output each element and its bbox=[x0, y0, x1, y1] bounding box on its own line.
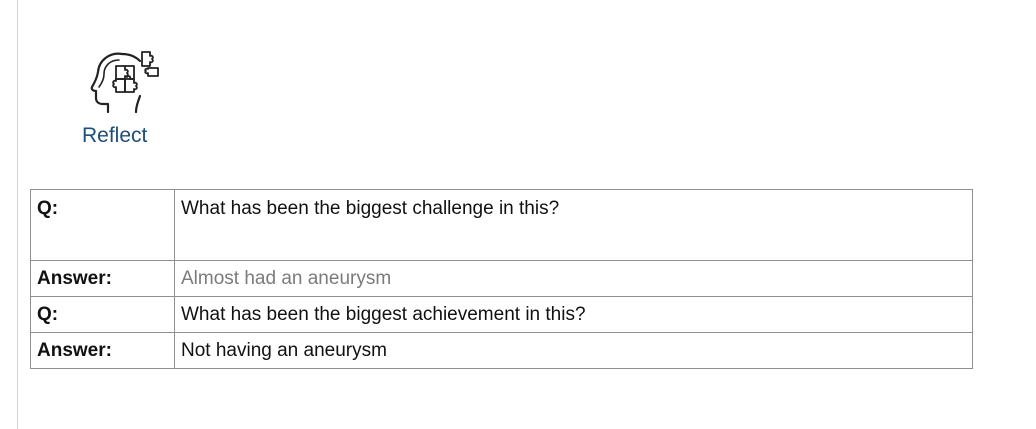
question-text: What has been the biggest challenge in t… bbox=[174, 189, 973, 261]
question-text: What has been the biggest achievement in… bbox=[174, 296, 973, 333]
question-label: Q: bbox=[30, 296, 175, 333]
page-margin-line bbox=[17, 0, 18, 429]
answer-label: Answer: bbox=[30, 332, 175, 369]
head-puzzle-icon bbox=[86, 46, 160, 116]
answer-text[interactable]: Almost had an aneurysm bbox=[174, 260, 973, 297]
table-row: Answer: Almost had an aneurysm bbox=[30, 260, 973, 297]
table-row: Q: What has been the biggest achievement… bbox=[30, 296, 973, 333]
answer-label: Answer: bbox=[30, 260, 175, 297]
section-title: Reflect bbox=[82, 124, 148, 147]
table-row: Answer: Not having an aneurysm bbox=[30, 332, 973, 369]
qa-table: Q: What has been the biggest challenge i… bbox=[30, 189, 973, 369]
table-row: Q: What has been the biggest challenge i… bbox=[30, 189, 973, 261]
question-label: Q: bbox=[30, 189, 175, 261]
answer-text[interactable]: Not having an aneurysm bbox=[174, 332, 973, 369]
